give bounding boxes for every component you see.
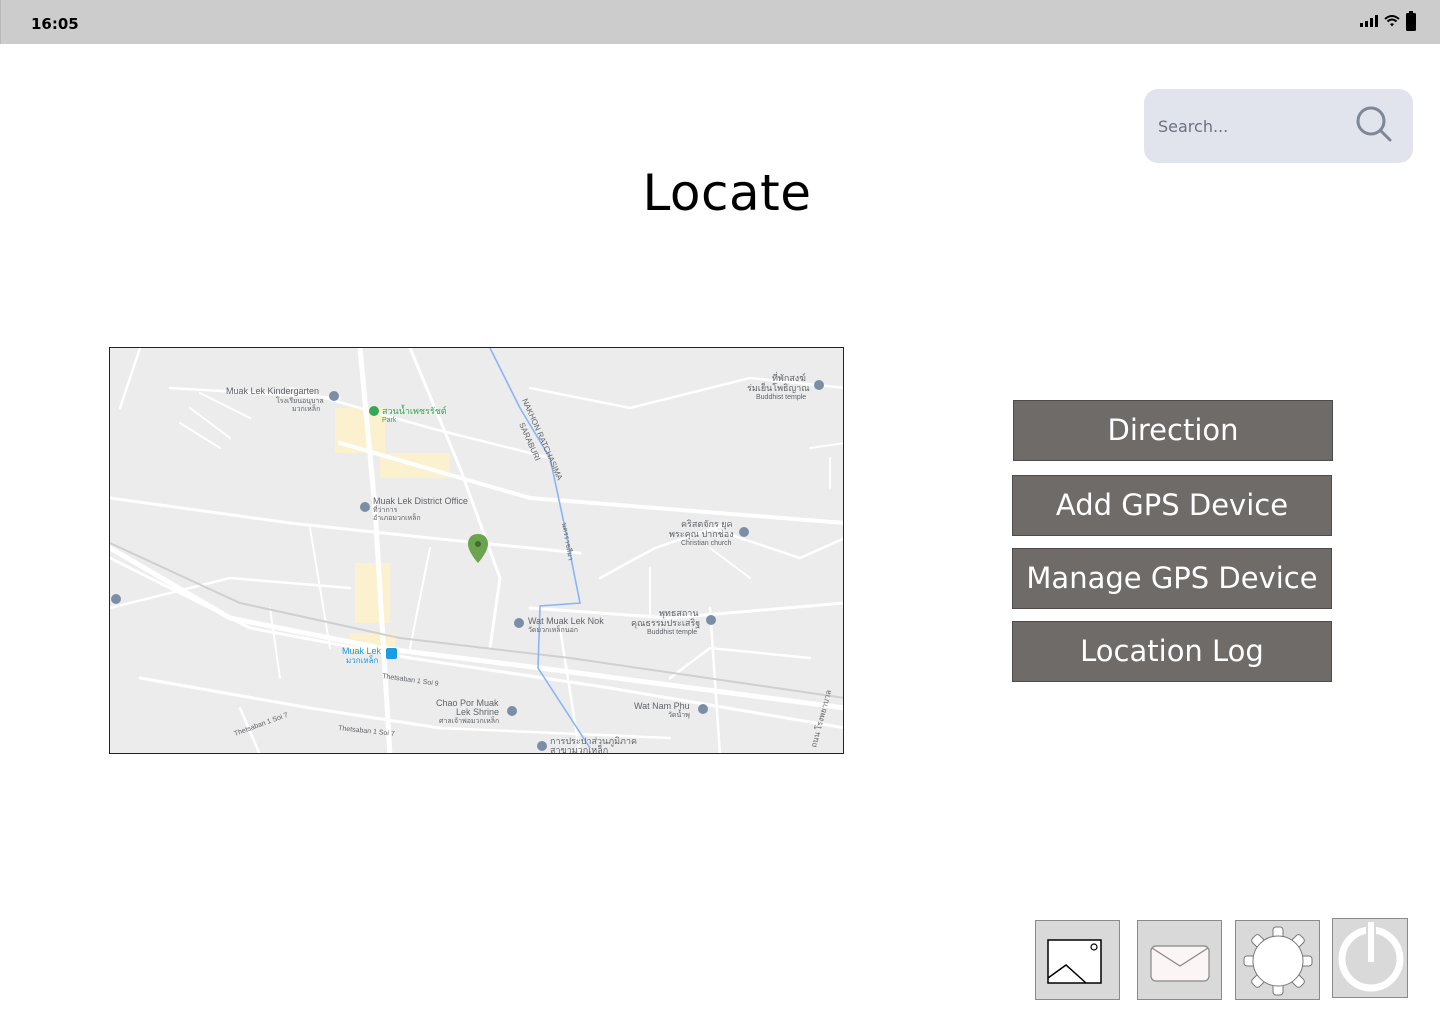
location-log-button[interactable]: Location Log (1012, 621, 1332, 682)
page-title: Locate (642, 164, 812, 222)
map-label-district-th2: อำเภอมวกเหล็ก (373, 513, 421, 522)
status-bar: 16:05 (0, 0, 1440, 44)
settings-gear-icon (1243, 926, 1313, 996)
map-label-church-th2: พระคุณ ปากช่อง (669, 529, 734, 540)
status-time: 16:05 (31, 15, 79, 33)
map-label-kindergarten-th1: โรงเรียนอนุบาล (276, 396, 324, 405)
wifi-icon (1384, 15, 1400, 27)
mail-icon (1150, 945, 1210, 982)
map-label-church: Christian church (681, 540, 732, 547)
map-label-bottom-th2: สาขามวกเหล็ก (550, 743, 608, 754)
map-label-wat-nok-th: วัดมวกเหล็กนอก (528, 625, 578, 634)
map-label-wat-nam: Wat Nam Phu (634, 701, 690, 711)
gallery-button[interactable] (1035, 920, 1120, 1000)
settings-button[interactable] (1235, 920, 1320, 1000)
map-label-kindergarten-th2: มวกเหล็ก (292, 404, 320, 413)
map-label-temple-ne-th1: ที่พักสงฆ์ (772, 371, 806, 383)
battery-icon (1406, 11, 1416, 31)
map-label-bud-th2: คุณธรรมประเสริฐ (631, 618, 700, 629)
map-label-temple-ne: Buddhist temple (756, 394, 806, 401)
map-label-wat-nok: Wat Muak Lek Nok (528, 616, 604, 626)
map-label-temple-ne-th2: ร่มเย็นโพธิญาณ (747, 381, 810, 393)
map-label-park: Park (382, 417, 397, 424)
map-label-station-th: มวกเหล็ก (346, 655, 379, 665)
direction-button[interactable]: Direction (1013, 400, 1333, 461)
map-label-park-th: สวนน้ำเพชรรัชต์ (382, 404, 447, 416)
power-button[interactable] (1332, 918, 1408, 998)
signal-icon (1360, 15, 1378, 27)
add-gps-device-button[interactable]: Add GPS Device (1012, 475, 1332, 536)
messages-button[interactable] (1137, 920, 1222, 1000)
map-label-shrine2: Lek Shrine (456, 707, 499, 717)
map-label-station: Muak Lek (342, 646, 382, 656)
locate-screen: 16:05 Locate (0, 0, 1440, 1024)
map-label-district-office: Muak Lek District Office (373, 496, 468, 506)
map-label-bud: Buddhist temple (647, 629, 697, 636)
status-icons (1360, 11, 1416, 31)
search-input[interactable] (1158, 111, 1338, 141)
search-icon[interactable] (1355, 105, 1393, 143)
map-view[interactable]: Muak Lek Kindergarten โรงเรียนอนุบาล มวก… (109, 347, 844, 754)
map-label-kindergarten: Muak Lek Kindergarten (226, 386, 319, 396)
manage-gps-device-button[interactable]: Manage GPS Device (1012, 548, 1332, 609)
map-label-district-th1: ที่ว่าการ (373, 505, 398, 514)
map-label-shrine-th: ศาลเจ้าพ่อมวกเหล็ก (439, 716, 499, 725)
power-icon (1338, 922, 1404, 992)
image-icon (1047, 939, 1102, 984)
